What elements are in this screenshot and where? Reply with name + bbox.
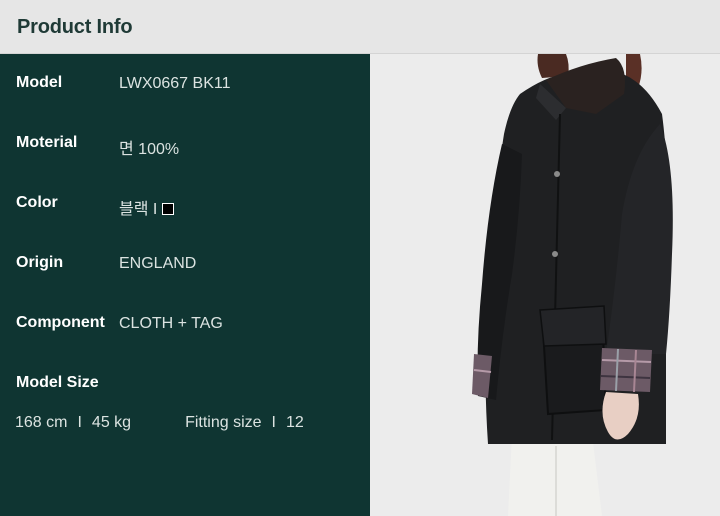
spec-label-component: Component xyxy=(16,314,105,331)
spec-label-color: Color xyxy=(16,194,58,211)
model-jacket-illustration xyxy=(472,54,673,516)
fitting-size-label: Fitting size xyxy=(185,414,262,431)
page-title: Product Info xyxy=(17,16,133,38)
header-bar: Product Info xyxy=(0,0,720,54)
spec-value-color: 블랙 I xyxy=(119,201,158,218)
model-size-heading: Model Size xyxy=(16,374,99,391)
model-size-line: 168 cm I 45 kg Fitting size I 12 xyxy=(15,414,304,432)
fitting-divider: I xyxy=(271,414,276,431)
model-weight: 45 kg xyxy=(91,414,132,431)
model-height: 168 cm xyxy=(15,414,68,431)
spec-value-origin: ENGLAND xyxy=(119,255,197,272)
spec-value-color-wrap: 블랙 I xyxy=(119,195,175,219)
spec-panel: Model LWX0667 BK11 Moterial 면 100% Color… xyxy=(0,54,370,516)
product-info-page: Product Info Model LWX0667 BK11 Moterial… xyxy=(0,0,720,516)
spec-value-material: 면 100% xyxy=(119,141,180,158)
color-swatch xyxy=(162,203,175,215)
size-divider: I xyxy=(77,414,82,431)
spec-value-model: LWX0667 BK11 xyxy=(119,75,231,92)
spec-label-origin: Origin xyxy=(16,254,64,271)
product-photo xyxy=(370,54,720,516)
spec-label-model: Model xyxy=(16,74,63,91)
fitting-size-value: 12 xyxy=(285,414,304,431)
spec-label-material: Moterial xyxy=(16,134,78,151)
spec-value-component: CLOTH + TAG xyxy=(119,315,223,332)
